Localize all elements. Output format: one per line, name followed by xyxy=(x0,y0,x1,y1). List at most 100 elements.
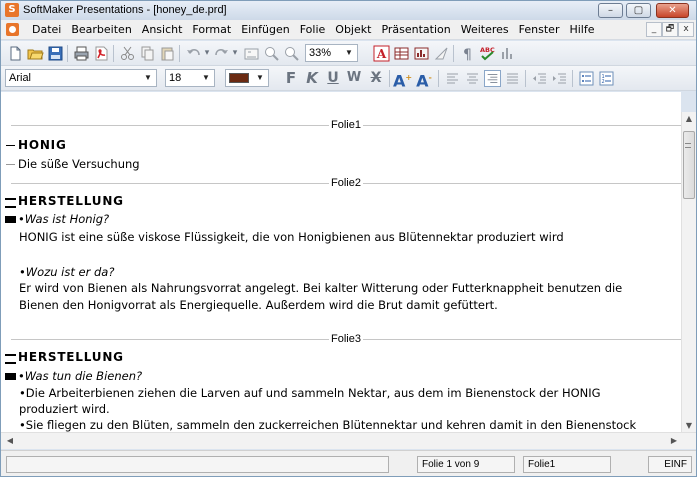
title-bar[interactable]: S SoftMaker Presentations - [honey_de.pr… xyxy=(1,1,696,20)
bold-icon[interactable]: F xyxy=(282,68,300,88)
outline-text[interactable]: produziert wird. xyxy=(19,402,110,416)
outline-level-icon[interactable] xyxy=(5,141,16,150)
justify-icon[interactable] xyxy=(504,70,521,87)
menu-item-einfügen[interactable]: Einfügen xyxy=(236,23,295,36)
redo-dropdown-icon[interactable]: ▾ xyxy=(230,43,240,63)
outline-level-icon[interactable] xyxy=(5,372,16,381)
cut-icon[interactable] xyxy=(119,45,136,62)
document-icon[interactable] xyxy=(6,23,19,36)
insert-chart-icon[interactable] xyxy=(413,45,430,62)
zoom-icon[interactable] xyxy=(283,45,300,62)
font-color-combobox[interactable]: ▼ xyxy=(225,69,269,87)
save-icon[interactable] xyxy=(47,45,64,62)
font-color-icon[interactable]: A xyxy=(373,45,390,62)
align-center-icon[interactable] xyxy=(464,70,481,87)
outline-text[interactable]: Er wird von Bienen als Nahrungsvorrat an… xyxy=(19,281,622,295)
font-size-combobox[interactable]: 18 ▼ xyxy=(165,69,215,87)
scrollbar-thumb[interactable] xyxy=(683,131,695,199)
strikethrough-icon[interactable]: X xyxy=(367,68,385,88)
subscript-icon[interactable]: A- xyxy=(415,68,433,90)
scroll-right-icon[interactable]: ▶ xyxy=(667,436,681,445)
word-underline-icon[interactable]: W xyxy=(345,68,363,88)
slide-subtitle[interactable]: Die süße Versuchung xyxy=(5,157,140,171)
paste-icon[interactable] xyxy=(159,45,176,62)
status-bar: Folie 1 von 9 Folie1 EINF xyxy=(1,450,696,476)
horizontal-scrollbar[interactable]: ◀ ▶ xyxy=(1,432,696,449)
slide-title[interactable]: HERSTELLUNG xyxy=(5,350,124,364)
mdi-restore-button[interactable]: 🗗 xyxy=(662,22,678,37)
undo-icon[interactable] xyxy=(185,45,202,62)
outline-text[interactable]: Bienen den Honigvorrat als Energiequelle… xyxy=(19,298,498,312)
mdi-close-button[interactable]: x xyxy=(678,22,694,37)
outline-text[interactable]: HONIG ist eine süße viskose Flüssigkeit,… xyxy=(19,230,564,244)
slide-title[interactable]: HONIG xyxy=(5,138,67,152)
minimize-button[interactable]: – xyxy=(598,3,623,18)
mdi-minimize-button[interactable]: _ xyxy=(646,22,662,37)
menu-item-präsentation[interactable]: Präsentation xyxy=(376,23,455,36)
menu-item-folie[interactable]: Folie xyxy=(295,23,331,36)
print-icon[interactable] xyxy=(73,45,90,62)
align-right-icon[interactable] xyxy=(484,70,501,87)
close-button[interactable]: ✕ xyxy=(656,3,689,18)
bullet-list-icon[interactable] xyxy=(578,70,595,87)
scroll-left-icon[interactable]: ◀ xyxy=(3,436,17,445)
outline-view[interactable]: Folie1 HONIG Die süße Versuchung Folie2 … xyxy=(1,92,681,432)
outline-text[interactable]: •Die Arbeiterbienen ziehen die Larven au… xyxy=(19,386,601,400)
align-left-icon[interactable] xyxy=(444,70,461,87)
slide-title[interactable]: HERSTELLUNG xyxy=(5,194,124,208)
menu-bar: Datei Bearbeiten Ansicht Format Einfügen Foli… xyxy=(1,20,696,40)
menu-item-fenster[interactable]: Fenster xyxy=(514,23,565,36)
italic-icon[interactable]: K xyxy=(303,68,321,88)
maximize-button[interactable]: ▢ xyxy=(626,3,651,18)
vertical-scrollbar[interactable]: ▲ ▼ xyxy=(681,112,696,432)
font-combobox[interactable]: Arial ▼ xyxy=(5,69,157,87)
outline-level-icon[interactable] xyxy=(5,353,16,364)
outline-bullet[interactable]: •Was ist Honig? xyxy=(5,212,109,226)
slide-view-icon[interactable] xyxy=(243,45,260,62)
menu-item-format[interactable]: Format xyxy=(187,23,236,36)
menu-item-objekt[interactable]: Objekt xyxy=(330,23,376,36)
outline-level-icon[interactable] xyxy=(5,215,16,224)
scroll-up-icon[interactable]: ▲ xyxy=(682,114,696,123)
menu-item-weiteres[interactable]: Weiteres xyxy=(456,23,514,36)
slide-label: Folie2 xyxy=(329,177,363,189)
menu-item-ansicht[interactable]: Ansicht xyxy=(137,23,188,36)
app-icon[interactable]: S xyxy=(5,3,19,17)
zoom-in-icon[interactable] xyxy=(263,45,280,62)
pdf-export-icon[interactable] xyxy=(93,45,110,62)
status-mode[interactable]: EINF xyxy=(648,456,692,473)
increase-indent-icon[interactable] xyxy=(551,70,568,87)
outline-level-icon[interactable] xyxy=(5,197,16,208)
undo-dropdown-icon[interactable]: ▾ xyxy=(202,43,212,63)
copy-icon[interactable] xyxy=(139,45,156,62)
outline-bullet[interactable]: •Wozu ist er da? xyxy=(19,265,114,279)
insert-table-icon[interactable] xyxy=(393,45,410,62)
redo-icon[interactable] xyxy=(213,45,230,62)
numbered-list-icon[interactable]: 12 xyxy=(598,70,615,87)
svg-text:2: 2 xyxy=(602,79,605,85)
chevron-down-icon[interactable]: ▼ xyxy=(199,71,213,85)
scroll-down-icon[interactable]: ▼ xyxy=(682,421,696,430)
pilcrow-icon[interactable]: ¶ xyxy=(459,45,476,62)
outline-bullet[interactable]: •Was tun die Bienen? xyxy=(5,369,142,383)
draw-line-icon[interactable] xyxy=(433,45,450,62)
new-document-icon[interactable] xyxy=(7,45,24,62)
chevron-down-icon[interactable]: ▼ xyxy=(253,71,267,85)
menu-item-bearbeiten[interactable]: Bearbeiten xyxy=(66,23,136,36)
open-folder-icon[interactable] xyxy=(27,45,44,62)
underline-icon[interactable]: U xyxy=(324,68,342,88)
font-size-value: 18 xyxy=(169,72,182,84)
decrease-indent-icon[interactable] xyxy=(531,70,548,87)
menu-item-datei[interactable]: Datei xyxy=(27,23,66,36)
chevron-down-icon[interactable]: ▼ xyxy=(342,46,356,60)
outline-level-icon[interactable] xyxy=(5,160,16,169)
zoom-combobox[interactable]: 33% ▼ xyxy=(305,44,358,62)
spellcheck-icon[interactable]: ABC xyxy=(479,45,496,62)
outline-text[interactable]: •Sie fliegen zu den Blüten, sammeln den … xyxy=(19,418,636,432)
window-title: SoftMaker Presentations - [honey_de.prd] xyxy=(23,4,227,16)
menu-item-hilfe[interactable]: Hilfe xyxy=(564,23,599,36)
statistics-icon[interactable] xyxy=(499,45,516,62)
superscript-icon[interactable]: A+ xyxy=(393,68,412,90)
chevron-down-icon[interactable]: ▼ xyxy=(141,71,155,85)
slide-separator: Folie3 xyxy=(11,333,681,345)
